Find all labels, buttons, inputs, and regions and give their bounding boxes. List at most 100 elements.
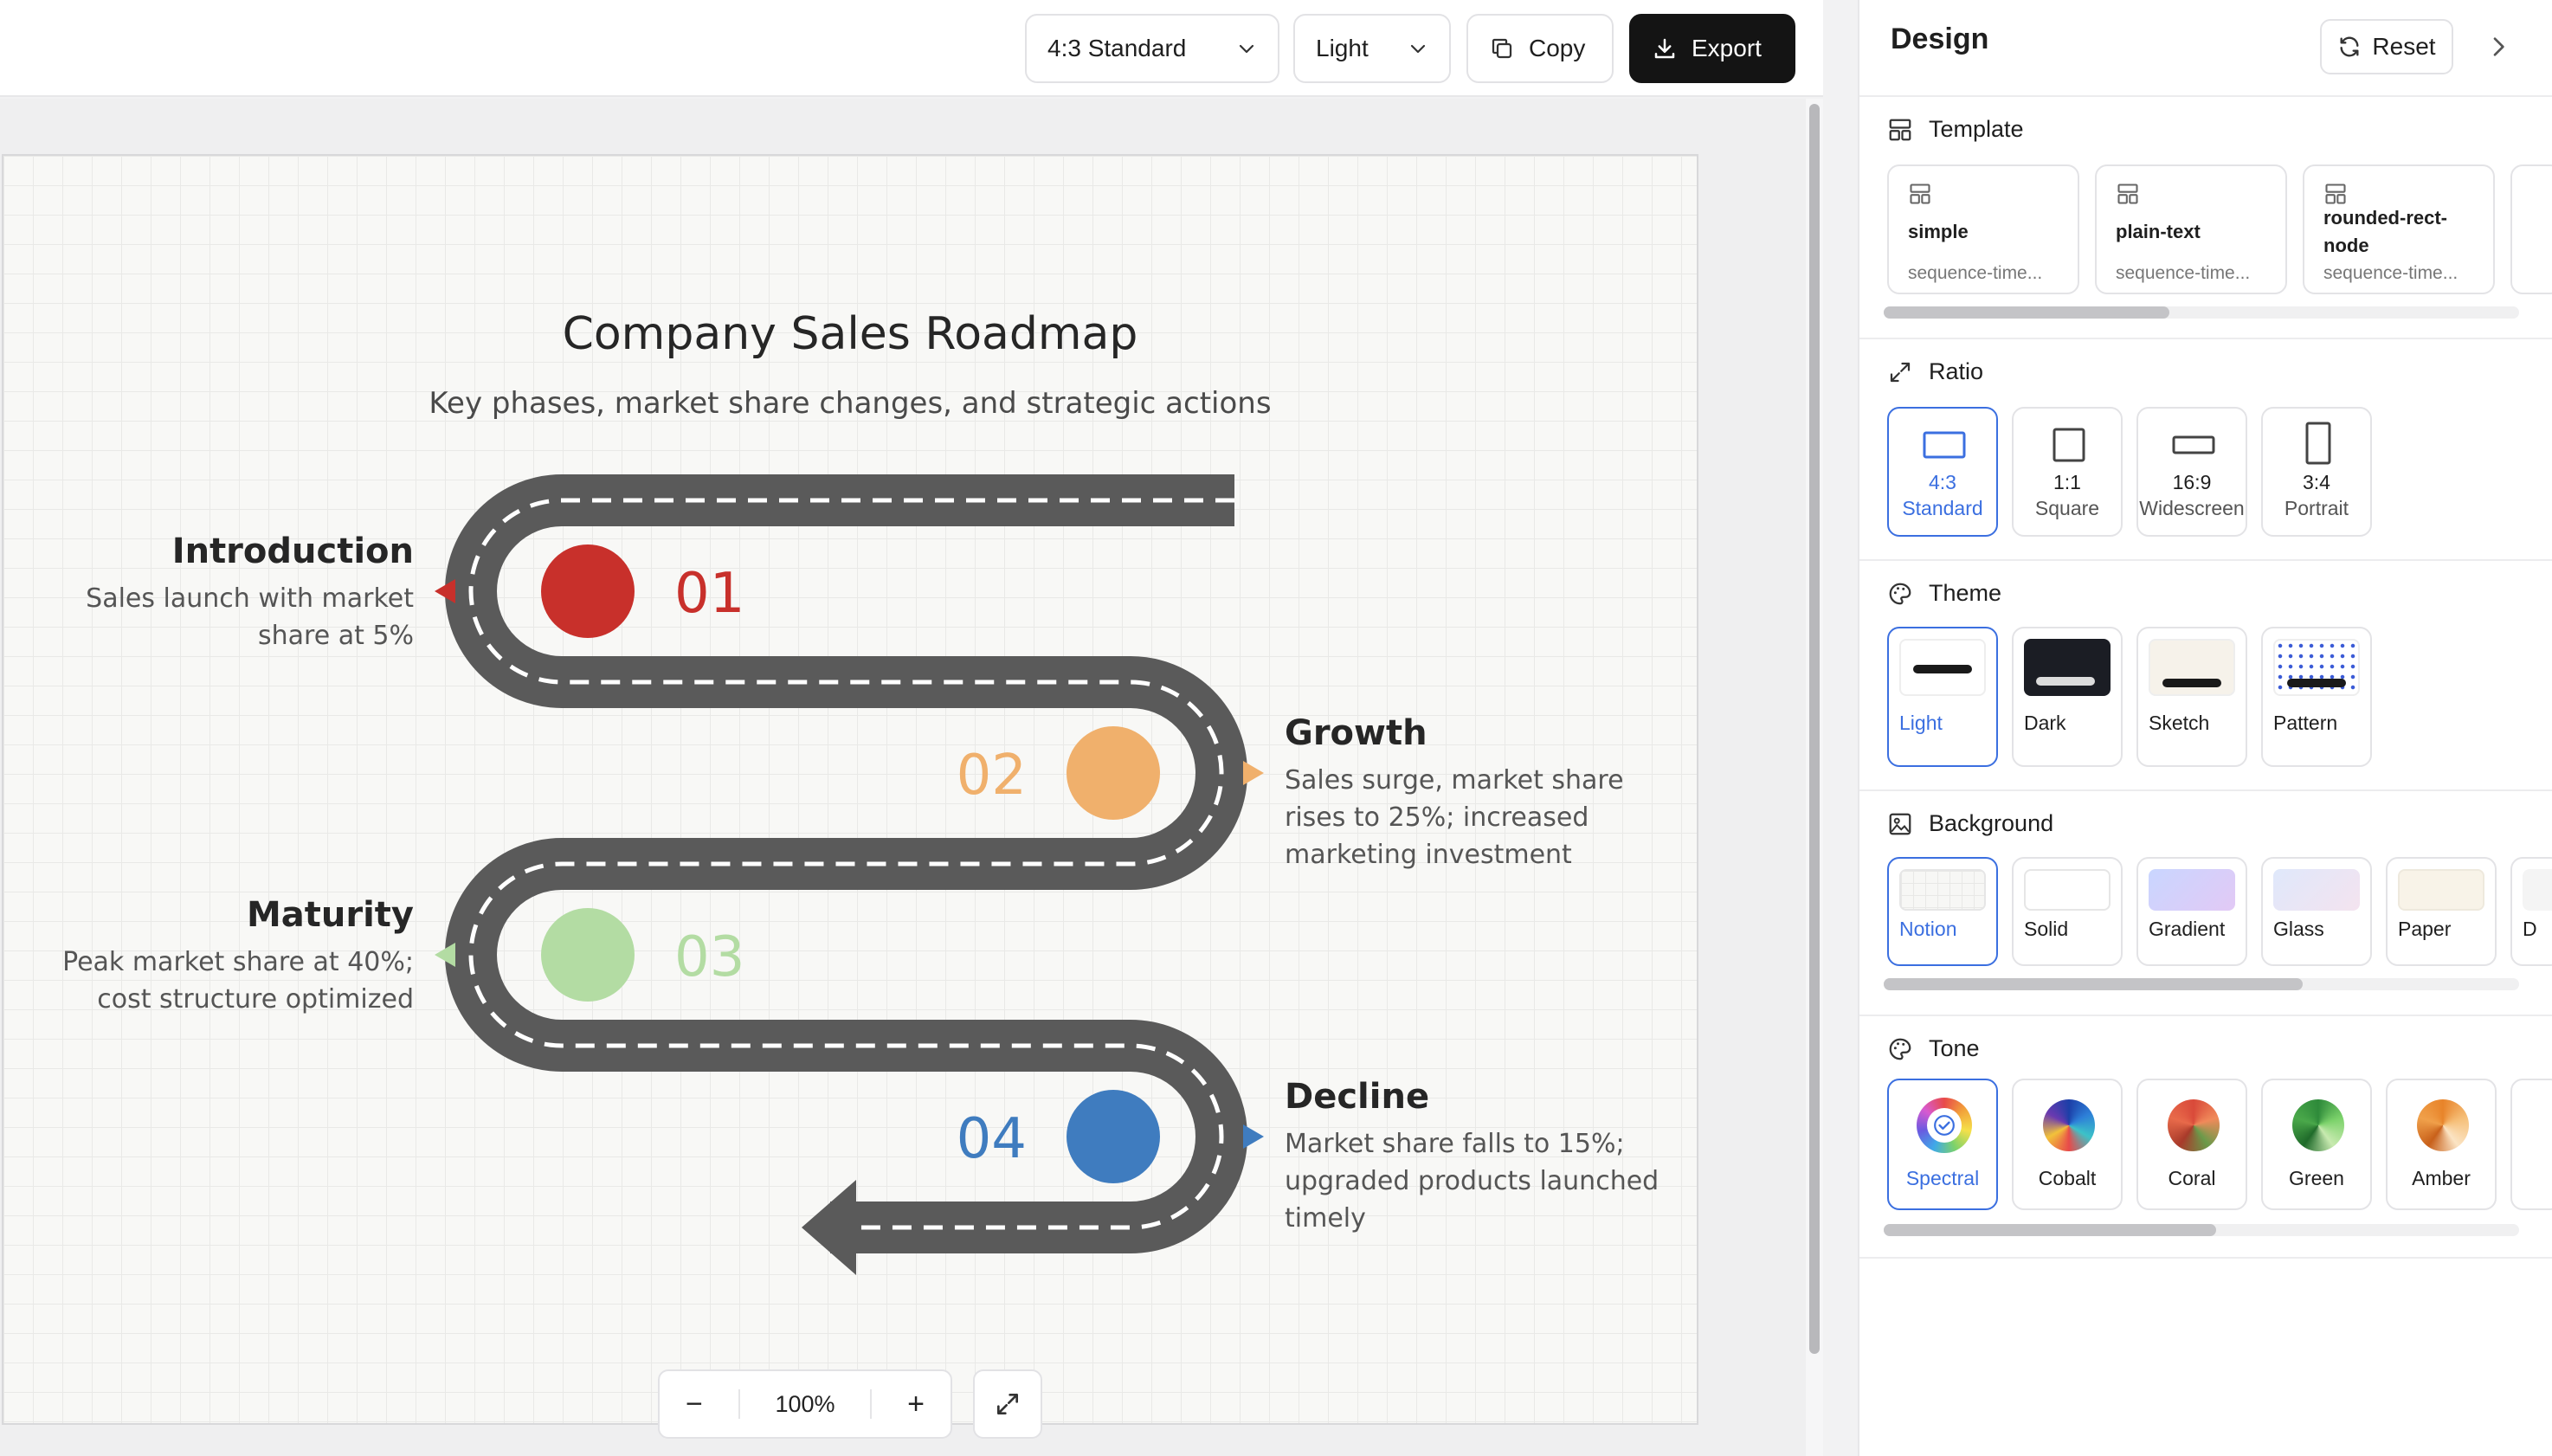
palette-icon xyxy=(1889,1038,1911,1060)
phase-pointer-01 xyxy=(435,579,455,603)
phase-title-maturity: Maturity xyxy=(246,895,414,935)
design-panel: Design Reset Template simple sequence-ti… xyxy=(1858,0,2552,1456)
phase-desc-line: share at 5% xyxy=(258,621,414,651)
background-heading: Background xyxy=(1887,810,2053,837)
fullscreen-button[interactable] xyxy=(973,1369,1042,1439)
tone-option-amber[interactable]: Amber xyxy=(2386,1079,2497,1210)
download-icon xyxy=(1654,38,1675,59)
tone-option-spectral[interactable]: Spectral xyxy=(1887,1079,1998,1210)
ratio-name: Widescreen xyxy=(2139,497,2245,519)
phase-desc-decline: Market share falls to 15%; upgraded prod… xyxy=(1285,1125,1659,1237)
background-scrollbar-thumb[interactable] xyxy=(1884,978,2303,990)
background-name: Paper xyxy=(2398,918,2452,940)
phase-desc-line: marketing investment xyxy=(1285,840,1572,870)
chevron-down-icon xyxy=(1239,44,1254,54)
ratio-name: Square xyxy=(2034,497,2100,519)
theme-preview-bar xyxy=(2036,677,2095,686)
ratio-4-3-icon xyxy=(1923,431,1966,459)
palette-icon xyxy=(1889,583,1911,604)
export-button[interactable]: Export xyxy=(1629,14,1795,83)
phase-pointer-04 xyxy=(1243,1124,1264,1149)
theme-heading: Theme xyxy=(1887,580,2001,607)
theme-option-dark[interactable]: Dark xyxy=(2012,627,2123,767)
tone-scrollbar-thumb[interactable] xyxy=(1884,1224,2216,1236)
ratio-16-9-icon xyxy=(2172,435,2215,454)
background-preview-glass xyxy=(2273,869,2360,911)
phase-title-decline: Decline xyxy=(1285,1077,1430,1117)
tone-option-more[interactable] xyxy=(2510,1079,2552,1210)
background-name: Notion xyxy=(1899,918,1957,940)
top-toolbar: 4:3 Standard Light Copy Export xyxy=(0,0,1823,97)
template-option-more[interactable] xyxy=(2510,164,2552,294)
background-option-more[interactable]: D xyxy=(2510,857,2552,966)
theme-section: Theme Light Dark Sketch Pattern xyxy=(1859,563,2552,791)
background-option-paper[interactable]: Paper xyxy=(2386,857,2497,966)
background-name: D xyxy=(2523,918,2537,940)
background-option-gradient[interactable]: Gradient xyxy=(2136,857,2247,966)
infographic-board: 01 02 03 04 Company Sales Roadmap Key phase… xyxy=(2,154,1698,1425)
ratio-name: Portrait xyxy=(2284,497,2349,519)
chevron-right-icon[interactable] xyxy=(2484,33,2512,61)
road-arrowhead xyxy=(802,1180,856,1275)
phase-pointer-02 xyxy=(1243,761,1264,785)
tone-name: Green xyxy=(2289,1167,2344,1189)
infographic-subtitle: Key phases, market share changes, and st… xyxy=(429,386,1272,421)
background-preview-solid xyxy=(2024,869,2111,911)
tone-option-green[interactable]: Green xyxy=(2261,1079,2372,1210)
background-name: Glass xyxy=(2273,918,2324,940)
tone-swatch-spectral xyxy=(1917,1098,1972,1153)
zoom-controls: − 100% + xyxy=(658,1369,952,1439)
theme-select[interactable]: Light xyxy=(1293,14,1451,83)
template-option-simple[interactable]: simple sequence-time... xyxy=(1887,164,2079,294)
theme-preview-bar xyxy=(2162,679,2221,687)
layout-icon xyxy=(2117,184,2138,204)
background-option-glass[interactable]: Glass xyxy=(2261,857,2372,966)
template-sub: sequence-time... xyxy=(1908,263,2043,283)
phase-circle-02 xyxy=(1067,726,1160,820)
scrollbar-thumb[interactable] xyxy=(1809,104,1820,1354)
theme-preview-light xyxy=(1899,639,1986,696)
layout-icon xyxy=(1910,184,1930,204)
refresh-icon xyxy=(2340,36,2359,57)
tone-option-coral[interactable]: Coral xyxy=(2136,1079,2247,1210)
copy-icon xyxy=(1492,38,1512,59)
ratio-option-3-4[interactable]: 3:4 Portrait xyxy=(2261,407,2372,537)
tone-heading: Tone xyxy=(1887,1035,1980,1062)
ratio-heading: Ratio xyxy=(1887,358,1983,385)
template-option-rounded-rect-node[interactable]: rounded-rect- node sequence-time... xyxy=(2303,164,2495,294)
theme-option-sketch[interactable]: Sketch xyxy=(2136,627,2247,767)
ratio-1-1-icon xyxy=(2053,428,2085,462)
phase-desc-line: upgraded products launched xyxy=(1285,1166,1659,1196)
phase-title-growth: Growth xyxy=(1285,713,1427,753)
background-option-notion[interactable]: Notion xyxy=(1887,857,1998,966)
ratio-select-value: 4:3 Standard xyxy=(1047,35,1187,61)
tone-label: Tone xyxy=(1929,1035,1980,1061)
theme-option-light[interactable]: Light xyxy=(1887,627,1998,767)
background-section: Background Notion Solid Gradient Glass P… xyxy=(1859,793,2552,1016)
phase-desc-line: cost structure optimized xyxy=(97,984,414,1015)
zoom-out-button[interactable]: − xyxy=(686,1388,703,1421)
phase-pointer-03 xyxy=(435,943,455,967)
template-name: rounded-rect- node xyxy=(2323,204,2447,260)
copy-button[interactable]: Copy xyxy=(1466,14,1614,83)
theme-name: Light xyxy=(1899,712,1943,734)
tone-name: Amber xyxy=(2412,1167,2471,1189)
zoom-in-button[interactable]: + xyxy=(907,1388,925,1421)
theme-option-pattern[interactable]: Pattern xyxy=(2261,627,2372,767)
template-scrollbar-thumb[interactable] xyxy=(1884,306,2169,319)
tone-option-cobalt[interactable]: Cobalt xyxy=(2012,1079,2123,1210)
background-name: Gradient xyxy=(2149,918,2226,940)
reset-label: Reset xyxy=(2372,33,2436,60)
background-option-solid[interactable]: Solid xyxy=(2012,857,2123,966)
ratio-option-4-3[interactable]: 4:3 Standard xyxy=(1887,407,1998,537)
tone-swatch-amber xyxy=(2417,1099,2469,1151)
ratio-option-1-1[interactable]: 1:1 Square xyxy=(2012,407,2123,537)
ratio-select[interactable]: 4:3 Standard xyxy=(1025,14,1279,83)
template-name-line: rounded-rect- xyxy=(2323,207,2447,229)
reset-button[interactable]: Reset xyxy=(2320,19,2453,74)
phase-desc-line: Sales surge, market share xyxy=(1285,765,1624,796)
tone-section: Tone Spectral Cobalt Coral Green Amber xyxy=(1859,1018,2552,1259)
layout-icon xyxy=(2325,184,2346,204)
ratio-option-16-9[interactable]: 16:9 Widescreen xyxy=(2136,407,2247,537)
template-option-plain-text[interactable]: plain-text sequence-time... xyxy=(2095,164,2287,294)
